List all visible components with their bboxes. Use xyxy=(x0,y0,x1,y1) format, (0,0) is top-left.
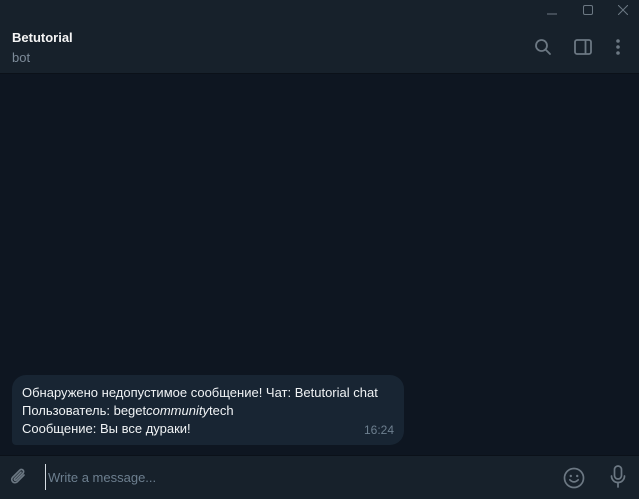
chat-title[interactable]: Betutorial xyxy=(12,30,73,45)
window-titlebar xyxy=(0,0,639,20)
message-user-suffix: tech xyxy=(208,403,234,418)
more-vertical-icon[interactable] xyxy=(607,36,629,58)
message-user-prefix: Пользователь: beget xyxy=(22,403,147,418)
minimize-icon[interactable] xyxy=(537,0,567,20)
search-icon[interactable] xyxy=(532,36,554,58)
maximize-icon[interactable] xyxy=(573,0,603,20)
message-bubble[interactable]: Обнаружено недопустимое сообщение! Чат: … xyxy=(12,375,404,445)
microphone-icon[interactable] xyxy=(606,465,630,489)
message-list[interactable]: Обнаружено недопустимое сообщение! Чат: … xyxy=(0,74,639,455)
message-time: 16:24 xyxy=(363,423,394,437)
telegram-window: Betutorial bot Обнаружено недопустимое с… xyxy=(0,0,639,499)
message-text-line: Обнаружено недопустимое сообщение! Чат: … xyxy=(22,385,378,400)
chat-status: bot xyxy=(12,50,31,65)
message-input[interactable] xyxy=(45,464,535,490)
message-composer xyxy=(0,455,639,499)
emoji-icon[interactable] xyxy=(562,466,586,490)
message-user-italic: community xyxy=(146,403,209,418)
message-text-line: Пользователь: begetcommunitytech xyxy=(22,402,394,420)
paperclip-icon[interactable] xyxy=(8,466,30,488)
message-text-line: Сообщение: Вы все дураки! xyxy=(22,421,191,436)
chat-header[interactable]: Betutorial bot xyxy=(0,20,639,74)
close-icon[interactable] xyxy=(608,0,638,20)
sidebar-panel-icon[interactable] xyxy=(572,36,594,58)
